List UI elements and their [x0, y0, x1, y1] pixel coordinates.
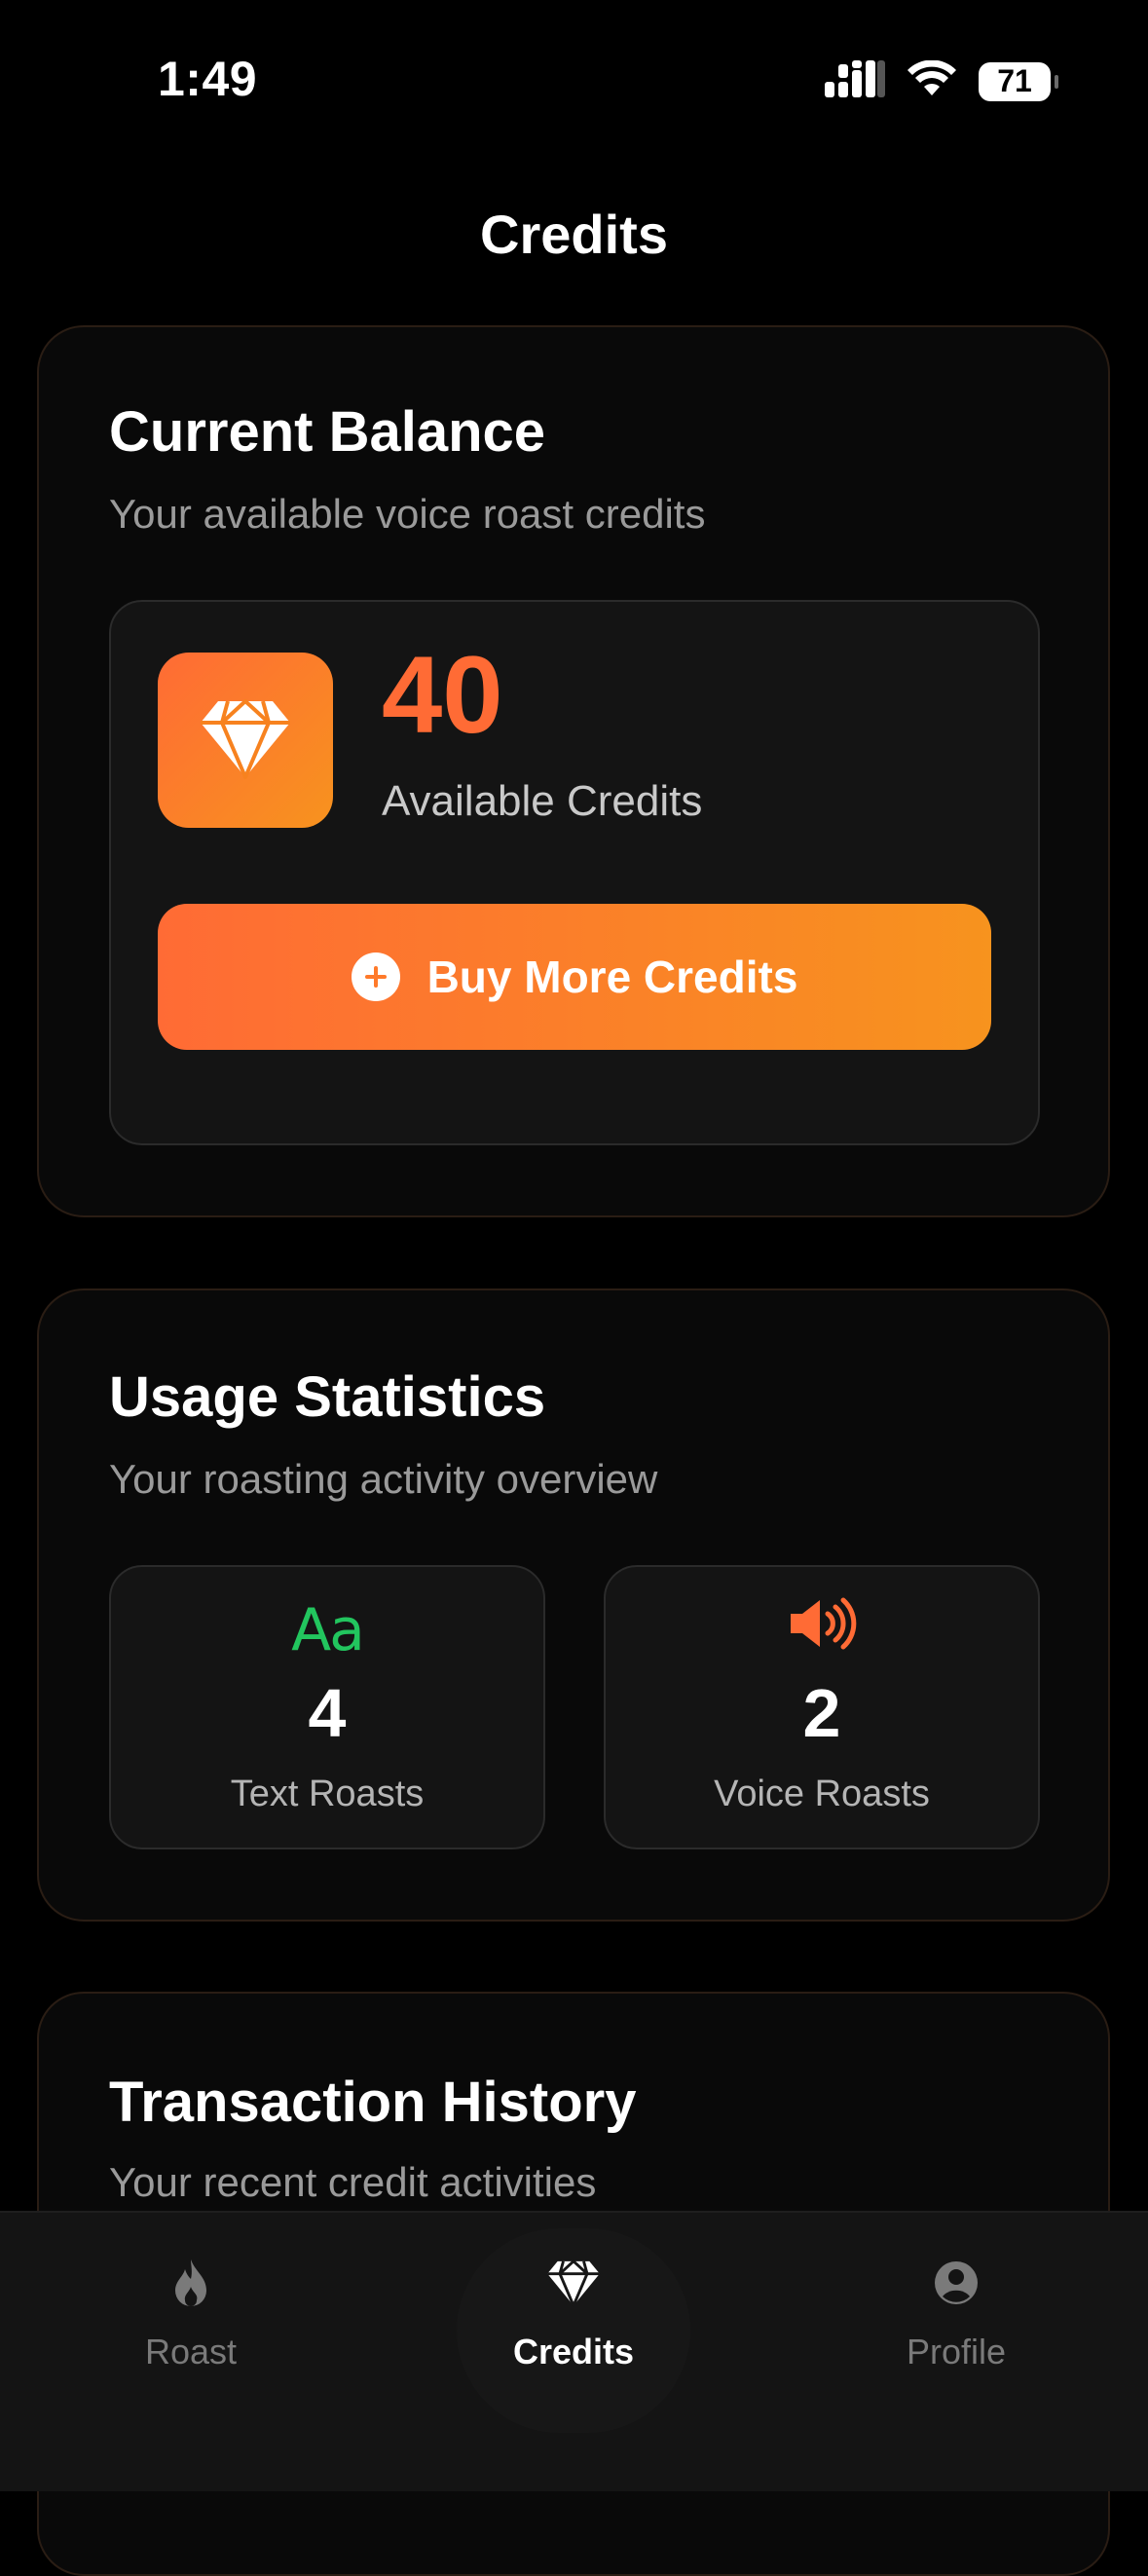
tab-credits[interactable]: Credits: [457, 2228, 690, 2433]
buy-more-credits-button[interactable]: Buy More Credits: [158, 904, 991, 1050]
usage-card: Usage Statistics Your roasting activity …: [37, 1288, 1110, 1922]
balance-subtitle: Your available voice roast credits: [109, 491, 706, 537]
battery-level: 71: [997, 63, 1032, 98]
text-roasts-label: Text Roasts: [230, 1773, 425, 1814]
diamond-icon: [199, 697, 292, 784]
text-icon-glyph: Aa: [291, 1596, 365, 1664]
tab-profile-label: Profile: [906, 2332, 1007, 2371]
history-title: Transaction History: [109, 2071, 637, 2134]
text-icon: Aa: [111, 1596, 543, 1664]
wifi-icon: [907, 59, 957, 102]
battery-icon: 71: [979, 61, 1058, 101]
text-roasts-count: 4: [308, 1675, 347, 1751]
balance-title: Current Balance: [109, 400, 546, 464]
tab-bar: Roast Credits Profile: [0, 2211, 1148, 2491]
balance-box: 40 Available Credits Buy More Credits: [109, 600, 1040, 1145]
tab-credits-label: Credits: [512, 2332, 635, 2371]
flame-icon: [84, 2252, 298, 2314]
credits-count: 40: [382, 634, 503, 756]
voice-roasts-label: Voice Roasts: [714, 1773, 930, 1814]
usage-subtitle: Your roasting activity overview: [109, 1456, 658, 1502]
speaker-icon: [606, 1596, 1038, 1656]
status-time: 1:49: [158, 52, 258, 106]
person-icon: [849, 2252, 1063, 2314]
text-roasts-stat: Aa 4 Text Roasts: [109, 1565, 545, 1849]
voice-roasts-stat: 2 Voice Roasts: [604, 1565, 1040, 1849]
tab-roast[interactable]: Roast: [84, 2252, 298, 2408]
status-bar: 1:49 71: [0, 0, 1148, 156]
page-title: Credits: [480, 204, 668, 265]
plus-circle-icon: [351, 952, 400, 1001]
diamond-icon: [466, 2252, 681, 2314]
tab-profile[interactable]: Profile: [849, 2252, 1063, 2408]
tab-roast-label: Roast: [144, 2332, 238, 2371]
gem-tile: [158, 653, 333, 828]
status-icons: 71: [825, 59, 1058, 102]
history-subtitle: Your recent credit activities: [109, 2159, 597, 2205]
cellular-signal-icon: [825, 60, 885, 102]
credits-label: Available Credits: [382, 777, 703, 825]
voice-roasts-count: 2: [802, 1675, 841, 1751]
buy-button-label: Buy More Credits: [426, 952, 798, 1002]
usage-title: Usage Statistics: [109, 1365, 546, 1429]
balance-card: Current Balance Your available voice roa…: [37, 325, 1110, 1217]
